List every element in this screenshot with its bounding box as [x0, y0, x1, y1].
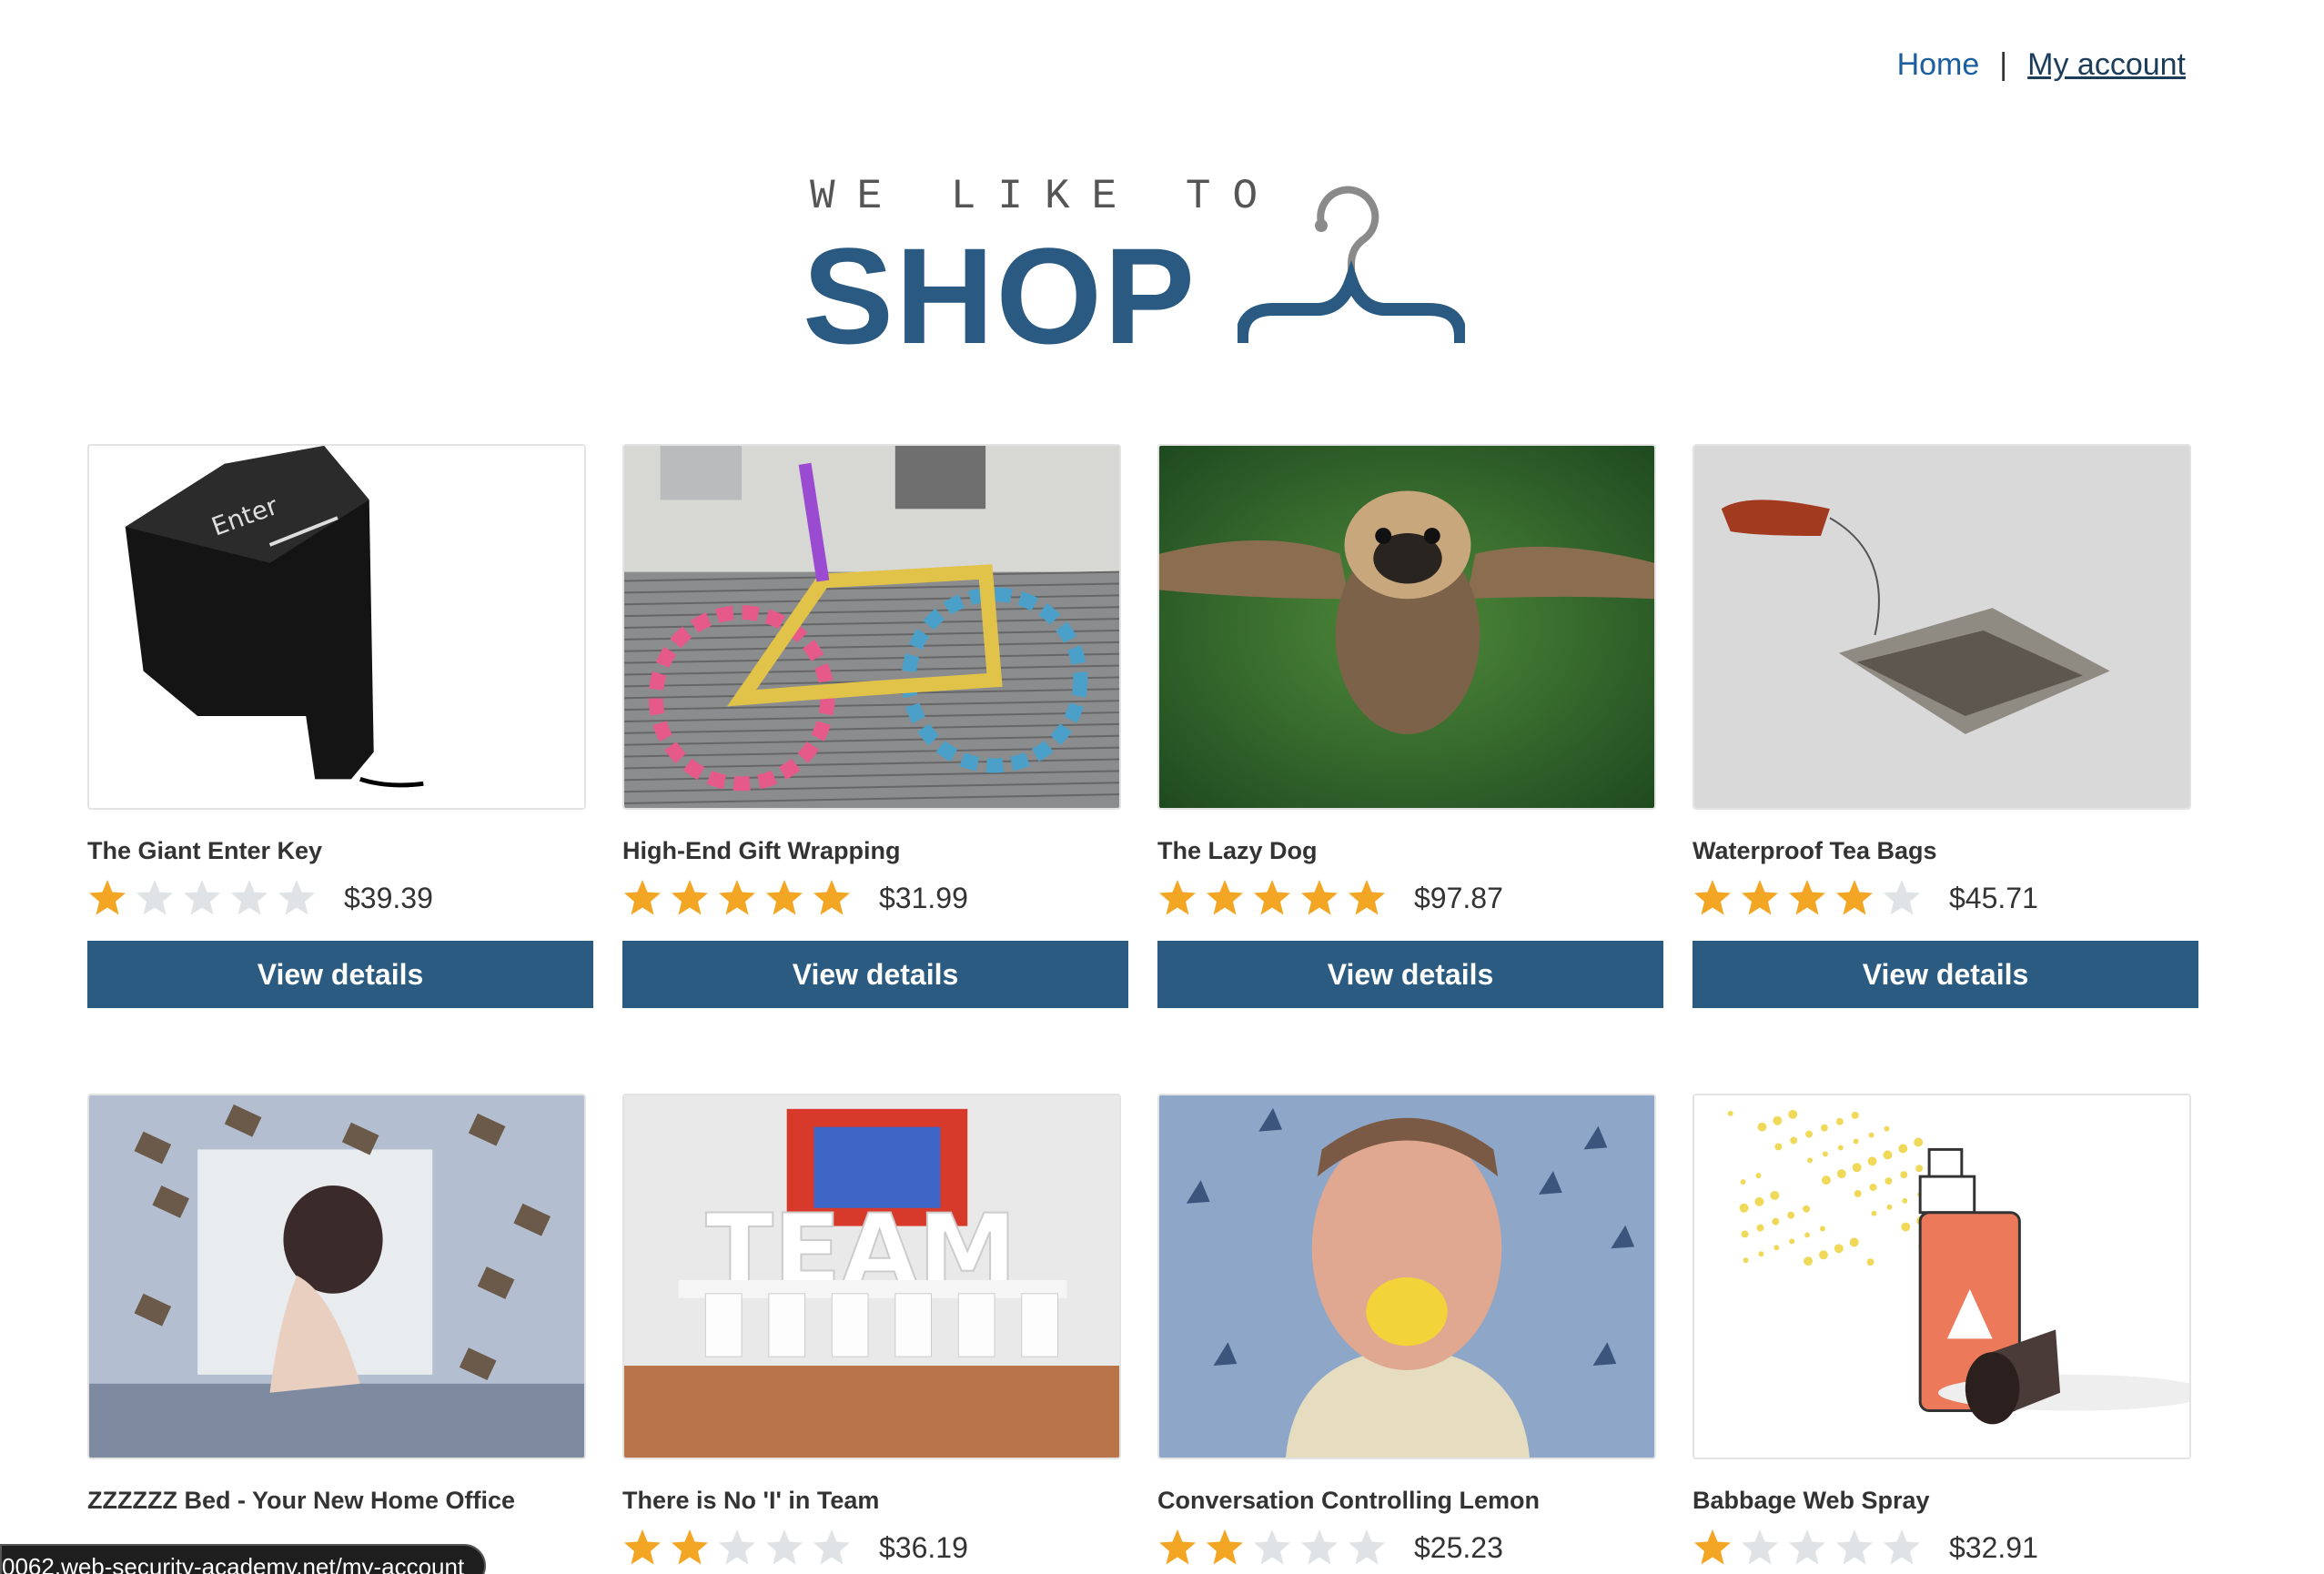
product-price: $25.23: [1414, 1530, 1503, 1564]
product-meta: $39.39: [87, 875, 593, 921]
star-filled-icon: [672, 1529, 708, 1565]
product-card: ZZZZZZ Bed - Your New Home Office: [87, 1094, 593, 1570]
star-empty-icon: [184, 880, 220, 915]
product-grid: Enter The Giant Enter Key $39.39 View deta…: [87, 444, 2198, 1570]
view-details-button[interactable]: View details: [1692, 941, 2198, 1008]
product-price: $39.39: [344, 881, 433, 914]
star-filled-icon: [1254, 880, 1290, 915]
star-empty-icon: [813, 1529, 850, 1565]
star-filled-icon: [1694, 880, 1731, 915]
star-filled-icon: [813, 880, 850, 915]
product-image[interactable]: [622, 444, 1121, 810]
logo-word: SHOP: [803, 219, 1197, 372]
product-title: Babbage Web Spray: [1692, 1487, 1930, 1514]
product-title: The Lazy Dog: [1157, 837, 1318, 864]
star-empty-icon: [1349, 1529, 1385, 1565]
star-filled-icon: [1836, 880, 1873, 915]
star-filled-icon: [766, 880, 803, 915]
product-card: TEAM There is No 'I' in Team $36.19: [622, 1094, 1128, 1570]
star-filled-icon: [1349, 880, 1385, 915]
product-image[interactable]: TEAM: [622, 1094, 1121, 1459]
star-filled-icon: [1207, 1529, 1243, 1565]
product-card: Enter The Giant Enter Key $39.39 View deta…: [87, 444, 593, 1008]
rating-stars: [1157, 878, 1387, 918]
product-card: Waterproof Tea Bags $45.71 View details: [1692, 444, 2198, 1008]
star-empty-icon: [1789, 1529, 1825, 1565]
star-filled-icon: [1742, 880, 1778, 915]
star-empty-icon: [1301, 1529, 1338, 1565]
product-price: $31.99: [879, 881, 968, 914]
star-filled-icon: [1301, 880, 1338, 915]
star-empty-icon: [231, 880, 268, 915]
product-meta: $45.71: [1692, 875, 2198, 921]
star-empty-icon: [1254, 1529, 1290, 1565]
product-card: Conversation Controlling Lemon $25.23: [1157, 1094, 1663, 1570]
top-nav: Home | My account: [1897, 47, 2186, 83]
product-card: High-End Gift Wrapping $31.99 View details: [622, 444, 1128, 1008]
star-empty-icon: [766, 1529, 803, 1565]
my-account-link[interactable]: My account: [2027, 47, 2186, 83]
rating-stars: [87, 878, 317, 918]
product-price: $32.91: [1949, 1530, 2038, 1564]
view-details-button[interactable]: View details: [87, 941, 593, 1008]
product-image[interactable]: [1692, 444, 2191, 810]
rating-stars: [622, 878, 852, 918]
star-empty-icon: [1884, 1529, 1920, 1565]
star-filled-icon: [624, 1529, 661, 1565]
star-filled-icon: [672, 880, 708, 915]
product-meta: $32.91: [1692, 1525, 2198, 1570]
star-filled-icon: [624, 880, 661, 915]
product-price: $36.19: [879, 1530, 968, 1564]
view-details-button[interactable]: View details: [1157, 941, 1663, 1008]
product-card: The Lazy Dog $97.87 View details: [1157, 444, 1663, 1008]
view-details-button[interactable]: View details: [622, 941, 1128, 1008]
star-empty-icon: [1742, 1529, 1778, 1565]
product-title: High-End Gift Wrapping: [622, 837, 901, 864]
product-image[interactable]: [87, 1094, 586, 1459]
product-card: Babbage Web Spray $32.91: [1692, 1094, 2198, 1570]
product-image[interactable]: Enter: [87, 444, 586, 810]
star-filled-icon: [1207, 880, 1243, 915]
star-empty-icon: [1884, 880, 1920, 915]
star-filled-icon: [719, 880, 755, 915]
star-filled-icon: [1159, 1529, 1196, 1565]
rating-stars: [622, 1528, 852, 1568]
product-image[interactable]: [1692, 1094, 2191, 1459]
star-filled-icon: [1159, 880, 1196, 915]
product-title: Conversation Controlling Lemon: [1157, 1487, 1541, 1514]
star-empty-icon: [1836, 1529, 1873, 1565]
product-image[interactable]: [1157, 1094, 1656, 1459]
product-meta: $36.19: [622, 1525, 1128, 1570]
shop-logo[interactable]: WE LIKE TO SHOP: [803, 173, 1465, 364]
hanger-icon: [1238, 186, 1465, 344]
product-image[interactable]: [1157, 444, 1656, 810]
product-title: There is No 'I' in Team: [622, 1487, 880, 1514]
rating-stars: [1692, 1528, 1922, 1568]
product-title: Waterproof Tea Bags: [1692, 837, 1937, 864]
product-title: ZZZZZZ Bed - Your New Home Office: [87, 1487, 516, 1514]
logo-tagline: WE LIKE TO: [810, 173, 1280, 220]
rating-stars: [1692, 878, 1922, 918]
star-empty-icon: [278, 880, 315, 915]
star-empty-icon: [136, 880, 173, 915]
product-price: $97.87: [1414, 881, 1503, 914]
star-filled-icon: [1789, 880, 1825, 915]
product-title: The Giant Enter Key: [87, 837, 323, 864]
rating-stars: [1157, 1528, 1387, 1568]
nav-separator: |: [1999, 47, 2008, 82]
product-meta: $25.23: [1157, 1525, 1663, 1570]
star-filled-icon: [89, 880, 126, 915]
home-link[interactable]: Home: [1897, 47, 1980, 83]
star-filled-icon: [1694, 1529, 1731, 1565]
product-meta: $31.99: [622, 875, 1128, 921]
product-price: $45.71: [1949, 881, 2038, 914]
star-empty-icon: [719, 1529, 755, 1565]
product-meta: $97.87: [1157, 875, 1663, 921]
status-bar-url: 0062.web-security-academy.net/my-account: [0, 1544, 487, 1574]
